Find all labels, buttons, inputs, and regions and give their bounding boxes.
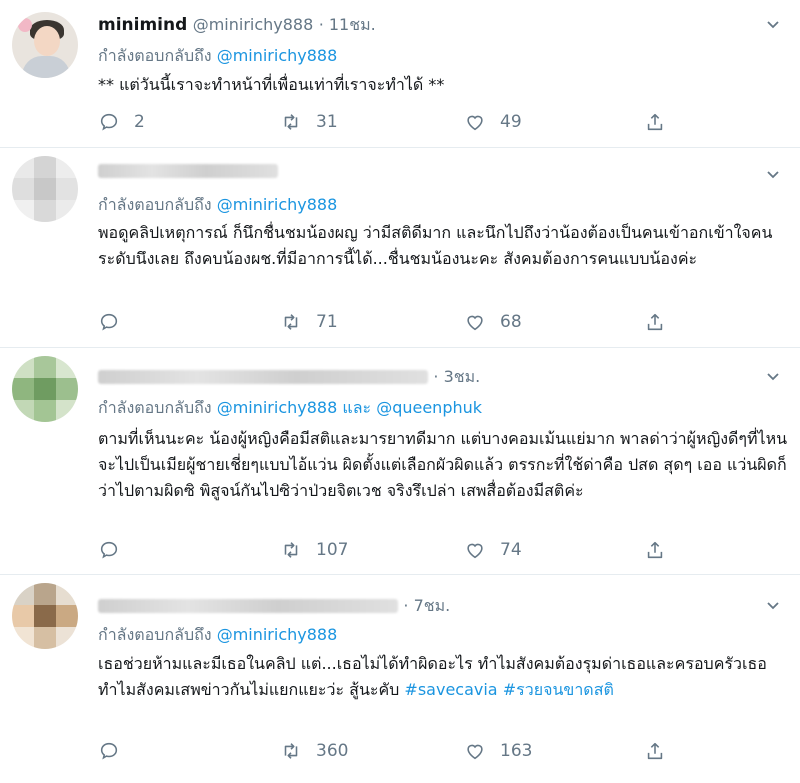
tweet-actions: 107 74 [98, 538, 698, 562]
share-icon [647, 113, 663, 131]
mention-link[interactable]: @queenphuk [376, 398, 482, 417]
share-button[interactable] [644, 739, 666, 763]
heart-icon [467, 744, 483, 760]
display-name[interactable]: minimind [98, 15, 187, 35]
reply-button[interactable] [98, 538, 120, 562]
reply-context: กำลังตอบกลับถึง @minirichy888 และ @queen… [98, 398, 483, 417]
retweet-icon [284, 114, 298, 130]
mention-link[interactable]: @minirichy888 [217, 46, 338, 65]
tweet-text: ตามที่เห็นนะคะ น้องผู้หญิงคือมีสติและมาร… [98, 429, 788, 500]
timestamp[interactable]: · 7ชม. [403, 596, 450, 615]
user-handle[interactable]: @minirichy888 [193, 15, 314, 34]
like-count: 68 [500, 312, 522, 332]
retweet-button[interactable]: 360 [280, 739, 348, 763]
chevron-down-icon[interactable] [766, 18, 780, 32]
retweet-icon [284, 314, 298, 330]
blurred-display-name [98, 164, 278, 178]
avatar[interactable] [12, 356, 78, 422]
hashtag-link[interactable]: #savecavia [404, 680, 497, 699]
retweet-button[interactable]: 31 [280, 110, 338, 134]
tweet[interactable]: · 3ชม. กำลังตอบกลับถึง @minirichy888 และ… [0, 348, 800, 575]
tweet[interactable]: กำลังตอบกลับถึง @minirichy888 พอดูคลิปเห… [0, 148, 800, 348]
like-button[interactable]: 163 [464, 739, 532, 763]
heart-icon [467, 115, 483, 131]
tweet-actions: 360 163 [98, 739, 698, 763]
share-button[interactable] [644, 110, 666, 134]
avatar[interactable] [12, 12, 78, 78]
like-button[interactable]: 68 [464, 310, 522, 334]
retweet-count: 107 [316, 540, 349, 560]
retweet-count: 360 [316, 741, 349, 761]
reply-context: กำลังตอบกลับถึง @minirichy888 [98, 625, 338, 644]
chevron-down-icon[interactable] [766, 168, 780, 182]
reply-icon [100, 541, 118, 559]
retweet-button[interactable]: 71 [280, 310, 338, 334]
mention-link[interactable]: @minirichy888 [217, 625, 338, 644]
mention-link[interactable]: @minirichy888 [217, 398, 338, 417]
avatar[interactable] [12, 156, 78, 222]
reply-context: กำลังตอบกลับถึง @minirichy888 [98, 46, 338, 65]
like-count: 74 [500, 540, 522, 560]
reply-icon [100, 742, 118, 760]
like-count: 49 [500, 112, 522, 132]
tweet[interactable]: minimind @minirichy888 · 11ชม. กำลังตอบก… [0, 0, 800, 148]
like-button[interactable]: 49 [464, 110, 522, 134]
retweet-icon [284, 542, 298, 558]
tweet-text: พอดูคลิปเหตุการณ์ ก็นึกชื่นชมน้องผญ ว่าม… [98, 223, 773, 268]
share-icon [647, 313, 663, 331]
blurred-display-name [98, 599, 398, 613]
heart-icon [467, 543, 483, 559]
reply-button[interactable]: 2 [98, 110, 145, 134]
reply-button[interactable] [98, 739, 120, 763]
retweet-count: 31 [316, 112, 338, 132]
reply-icon [100, 313, 118, 331]
retweet-button[interactable]: 107 [280, 538, 348, 562]
share-button[interactable] [644, 538, 666, 562]
tweet-text: เธอช่วยห้ามและมีเธอในคลิป แต่...เธอไม่ได… [98, 654, 767, 699]
timestamp[interactable]: · 3ชม. [433, 367, 480, 386]
share-button[interactable] [644, 310, 666, 334]
mention-link[interactable]: @minirichy888 [217, 195, 338, 214]
reply-icon [100, 113, 118, 131]
blurred-display-name [98, 370, 428, 384]
reply-button[interactable] [98, 310, 120, 334]
retweet-icon [284, 743, 298, 759]
like-count: 163 [500, 741, 533, 761]
reply-count: 2 [134, 112, 145, 132]
timestamp[interactable]: · 11ชม. [319, 15, 376, 34]
chevron-down-icon[interactable] [766, 599, 780, 613]
tweet[interactable]: · 7ชม. กำลังตอบกลับถึง @minirichy888 เธอ… [0, 575, 800, 783]
tweet-actions: 71 68 [98, 310, 698, 334]
tweet-actions: 2 31 49 [98, 110, 698, 134]
heart-icon [467, 315, 483, 331]
reply-and-label: และ [342, 398, 372, 417]
retweet-count: 71 [316, 312, 338, 332]
reply-context: กำลังตอบกลับถึง @minirichy888 [98, 195, 338, 214]
tweet-text: ** แต่วันนี้เราจะทำหน้าที่เพื่อนเท่าที่เ… [98, 75, 445, 94]
share-icon [647, 541, 663, 559]
avatar[interactable] [12, 583, 78, 649]
chevron-down-icon[interactable] [766, 370, 780, 384]
share-icon [647, 742, 663, 760]
like-button[interactable]: 74 [464, 538, 522, 562]
hashtag-link[interactable]: #รวยจนขาดสติ [503, 680, 614, 699]
